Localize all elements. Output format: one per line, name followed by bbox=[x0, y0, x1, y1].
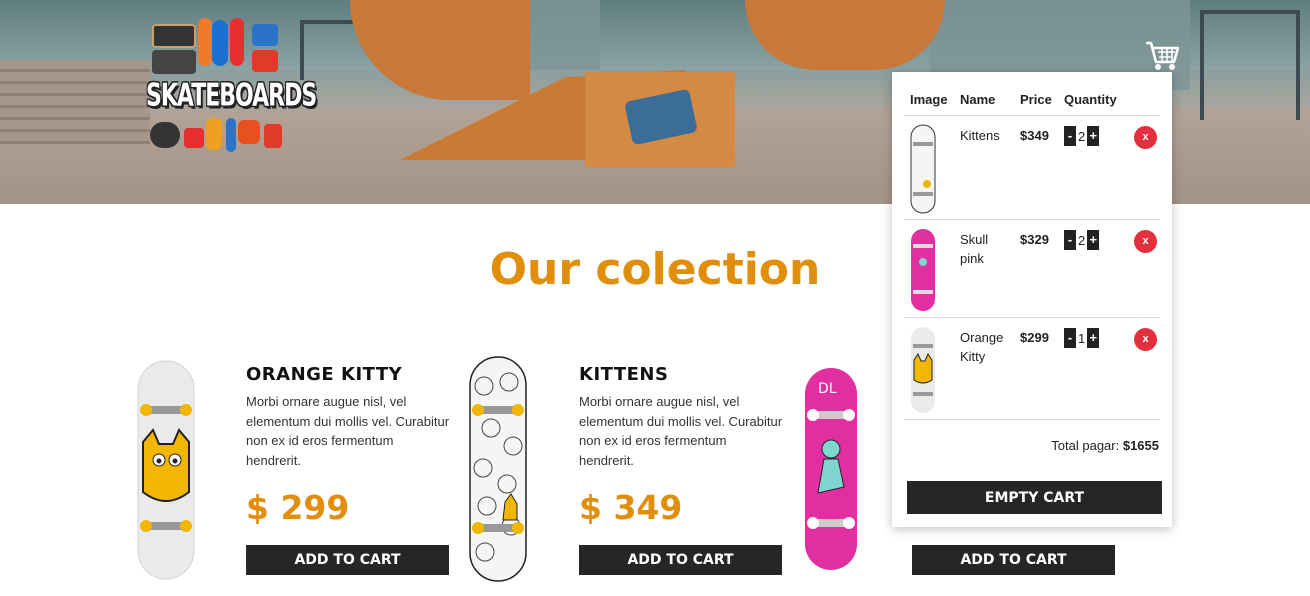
product-image bbox=[469, 356, 527, 587]
quantity-stepper: - 1 + bbox=[1064, 328, 1100, 348]
increase-quantity-button[interactable]: + bbox=[1087, 230, 1100, 250]
cart-row: Kittens $349 - 2 + x bbox=[904, 115, 1160, 220]
remove-item-button[interactable]: x bbox=[1134, 126, 1157, 149]
remove-item-button[interactable]: x bbox=[1134, 328, 1157, 351]
cart-item-image bbox=[904, 317, 954, 420]
cart-item-image bbox=[904, 219, 954, 318]
col-quantity: Quantity bbox=[1058, 86, 1122, 116]
decrease-quantity-button[interactable]: - bbox=[1064, 230, 1076, 250]
remove-item-button[interactable]: x bbox=[1134, 230, 1157, 253]
product-image bbox=[137, 360, 195, 585]
cart-total-label: Total pagar: bbox=[1051, 438, 1120, 453]
cart-item-image bbox=[904, 115, 954, 220]
cart-item-name: Kittens bbox=[954, 115, 1014, 220]
add-to-cart-button[interactable]: ADD TO CART bbox=[912, 545, 1115, 575]
cart-item-price: $329 bbox=[1014, 219, 1058, 318]
product-description: Morbi ornare augue nisl, vel elementum d… bbox=[579, 394, 783, 468]
cart-item-name: Skull pink bbox=[954, 219, 1014, 318]
cart-item-name: Orange Kitty bbox=[954, 317, 1014, 420]
cart-row: Orange Kitty $299 - 1 + x bbox=[904, 317, 1160, 420]
logo-text: SKATEBOARDS bbox=[146, 79, 317, 114]
increase-quantity-button[interactable]: + bbox=[1087, 126, 1100, 146]
quantity-stepper: - 2 + bbox=[1064, 126, 1100, 146]
cart-total: Total pagar: $1655 bbox=[1051, 438, 1159, 453]
svg-text:DL: DL bbox=[818, 381, 837, 397]
add-to-cart-button[interactable]: ADD TO CART bbox=[579, 545, 782, 575]
cart-table: Image Name Price Quantity Kittens $349 - bbox=[904, 86, 1160, 420]
cart-item-price: $349 bbox=[1014, 115, 1058, 220]
quantity-value: 2 bbox=[1078, 232, 1086, 248]
product-name: ORANGE KITTY bbox=[246, 364, 403, 385]
product-price: $ 299 bbox=[246, 488, 350, 527]
cart-total-value: $1655 bbox=[1122, 438, 1159, 453]
cart-row: Skull pink $329 - 2 + x bbox=[904, 219, 1160, 318]
cart-item-price: $299 bbox=[1014, 317, 1058, 420]
increase-quantity-button[interactable]: + bbox=[1087, 328, 1100, 348]
product-name: KITTENS bbox=[579, 364, 669, 385]
cart-dropdown: Image Name Price Quantity Kittens $349 - bbox=[892, 72, 1172, 527]
quantity-stepper: - 2 + bbox=[1064, 230, 1100, 250]
decrease-quantity-button[interactable]: - bbox=[1064, 328, 1076, 348]
product-price: $ 349 bbox=[579, 488, 683, 527]
shopping-cart-icon[interactable] bbox=[1145, 40, 1180, 72]
quantity-value: 1 bbox=[1078, 330, 1086, 346]
brand-logo[interactable]: SKATEBOARDS bbox=[146, 18, 317, 152]
col-price: Price bbox=[1014, 86, 1058, 116]
col-image: Image bbox=[904, 86, 954, 116]
empty-cart-button[interactable]: EMPTY CART bbox=[907, 481, 1162, 514]
col-name: Name bbox=[954, 86, 1014, 116]
product-description: Morbi ornare augue nisl, vel elementum d… bbox=[246, 394, 450, 468]
decrease-quantity-button[interactable]: - bbox=[1064, 126, 1076, 146]
add-to-cart-button[interactable]: ADD TO CART bbox=[246, 545, 449, 575]
product-image: DL bbox=[804, 367, 858, 576]
quantity-value: 2 bbox=[1078, 128, 1086, 144]
